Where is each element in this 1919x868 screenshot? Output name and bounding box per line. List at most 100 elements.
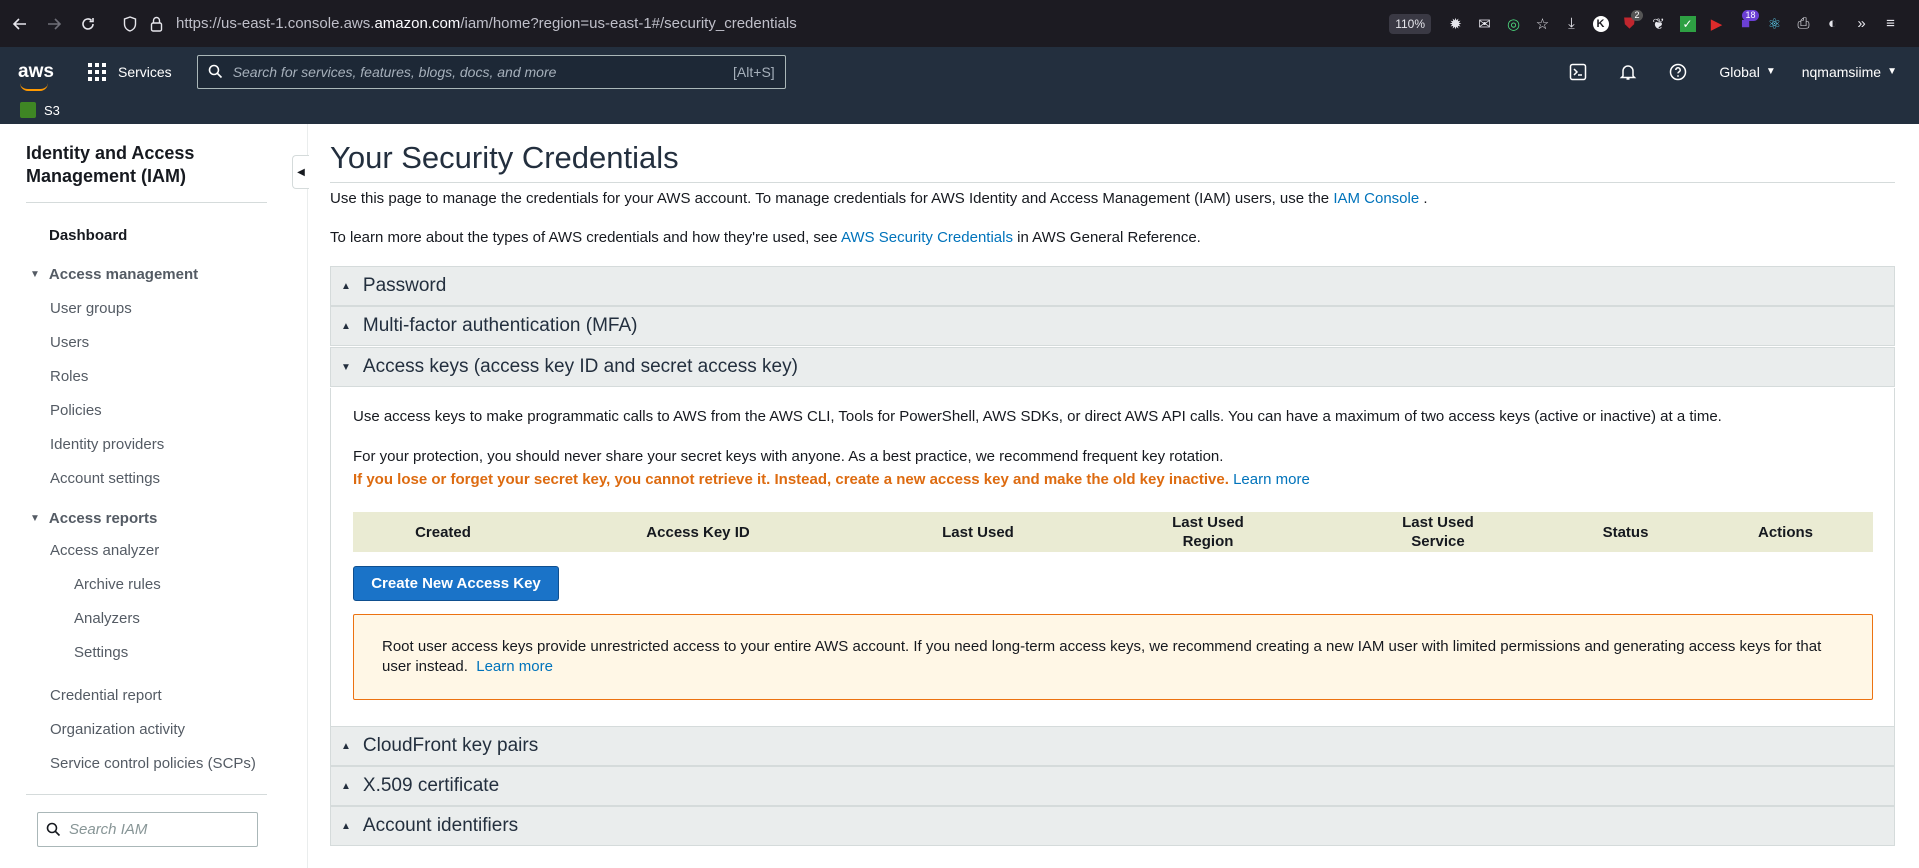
sidebar-search-input[interactable]: Search IAM: [37, 812, 258, 847]
column-created[interactable]: Created: [353, 523, 533, 542]
sidebar-item-organization-activity[interactable]: Organization activity: [50, 721, 185, 738]
menu-hamburger-icon[interactable]: ≡: [1877, 10, 1905, 38]
reload-icon[interactable]: [74, 10, 102, 38]
sidebar-item-policies[interactable]: Policies: [50, 402, 102, 419]
column-last-used-service[interactable]: Last Used Service: [1323, 513, 1553, 551]
sidebar-item-archive-rules[interactable]: Archive rules: [74, 576, 161, 593]
notifications-bell-icon[interactable]: [1615, 59, 1641, 85]
sidebar-search-placeholder: Search IAM: [69, 821, 148, 838]
sidebar-item-settings[interactable]: Settings: [74, 644, 128, 661]
sidebar-item-credential-report[interactable]: Credential report: [50, 687, 162, 704]
search-icon: [208, 64, 222, 79]
sidebar-group-label: Access reports: [48, 510, 158, 527]
sidebar-item-users[interactable]: Users: [50, 334, 89, 351]
sidebar-group-access-management[interactable]: ▼ Access management: [30, 266, 198, 283]
region-label: Global: [1719, 63, 1760, 80]
section-password[interactable]: ▲ Password: [330, 266, 1895, 306]
favorite-s3[interactable]: S3: [20, 102, 60, 118]
puzzle-extension-icon[interactable]: ◐: [1819, 10, 1847, 38]
favorites-bar: S3: [0, 96, 1919, 124]
section-access-keys[interactable]: ▼ Access keys (access key ID and secret a…: [330, 347, 1895, 387]
intro-paragraph-2: To learn more about the types of AWS cre…: [330, 229, 1201, 246]
region-selector[interactable]: Global ▼: [1719, 64, 1775, 80]
aws-logo[interactable]: aws: [18, 60, 54, 91]
sidebar-item-dashboard[interactable]: Dashboard: [49, 227, 127, 244]
search-shortcut: [Alt+S]: [733, 63, 775, 80]
tracking-shield-icon[interactable]: [120, 15, 140, 32]
react-devtools-icon[interactable]: ⚛: [1761, 10, 1789, 38]
ublock-extension-icon[interactable]: ⛊ 2: [1616, 9, 1644, 38]
column-last-used[interactable]: Last Used: [863, 523, 1093, 542]
address-bar[interactable]: https://us-east-1.console.aws.amazon.com…: [176, 15, 797, 32]
unified-search-input[interactable]: Search for services, features, blogs, do…: [196, 54, 786, 89]
overflow-chevrons-icon[interactable]: »: [1848, 10, 1876, 38]
access-keys-panel: Use access keys to make programmatic cal…: [330, 388, 1895, 726]
sidebar-item-access-analyzer[interactable]: Access analyzer: [50, 542, 159, 559]
iam-console-link[interactable]: IAM Console: [1333, 190, 1419, 207]
zoom-level[interactable]: 110%: [1389, 13, 1431, 34]
sidebar-item-analyzers[interactable]: Analyzers: [74, 610, 140, 627]
section-mfa[interactable]: ▲ Multi-factor authentication (MFA): [330, 306, 1895, 346]
sidebar-item-roles[interactable]: Roles: [50, 368, 88, 385]
k-extension-icon[interactable]: K: [1587, 10, 1615, 38]
target-extension-icon[interactable]: ◎: [1500, 10, 1528, 38]
forward-icon[interactable]: [40, 10, 68, 38]
leaf-extension-icon[interactable]: ❦: [1645, 10, 1673, 38]
inbox-extension-icon[interactable]: ✉: [1471, 10, 1499, 38]
bookmark-star-icon[interactable]: ☆: [1529, 10, 1557, 38]
column-last-used-region[interactable]: Last Used Region: [1093, 513, 1323, 551]
cloudshell-icon[interactable]: [1565, 59, 1591, 85]
access-keys-description: Use access keys to make programmatic cal…: [353, 408, 1722, 425]
column-access-key-id[interactable]: Access Key ID: [533, 523, 863, 542]
downloads-icon[interactable]: ⤓: [1558, 10, 1586, 38]
bug-extension-icon[interactable]: ✹: [1442, 10, 1470, 38]
sidebar-group-access-reports[interactable]: ▼ Access reports: [30, 510, 157, 527]
alert-text: Root user access keys provide unrestrict…: [382, 638, 1822, 675]
services-menu-button[interactable]: Services: [88, 62, 172, 81]
help-icon[interactable]: [1665, 59, 1691, 85]
services-grid-icon: [88, 62, 106, 81]
access-keys-table-header: Created Access Key ID Last Used Last Use…: [353, 512, 1873, 552]
caret-down-icon: ▼: [1887, 66, 1897, 77]
intro1-text: Use this page to manage the credentials …: [330, 190, 1330, 207]
sidebar-item-identity-providers[interactable]: Identity providers: [50, 436, 164, 453]
section-label: Account identifiers: [362, 815, 519, 836]
access-keys-protection-note: For your protection, you should never sh…: [353, 448, 1224, 465]
create-access-key-button[interactable]: Create New Access Key: [353, 566, 559, 601]
search-placeholder: Search for services, features, blogs, do…: [232, 63, 557, 80]
root-keys-warning-alert: Root user access keys provide unrestrict…: [353, 614, 1873, 700]
aws-global-header: aws Services Search for services, featur…: [0, 47, 1919, 96]
url-suffix: /iam/home?region=us-east-1#/security_cre…: [460, 15, 797, 32]
aws-security-credentials-link[interactable]: AWS Security Credentials: [841, 229, 1013, 246]
intro-paragraph-1: Use this page to manage the credentials …: [330, 190, 1428, 207]
section-cloudfront-key-pairs[interactable]: ▲ CloudFront key pairs: [330, 726, 1895, 766]
sidebar-divider: [26, 794, 267, 795]
purple-extension-icon[interactable]: ■ 18: [1732, 9, 1760, 38]
sidebar-title[interactable]: Identity and Access Management (IAM): [26, 142, 246, 188]
sidebar-collapse-button[interactable]: ◀: [292, 155, 309, 189]
lock-icon[interactable]: [146, 16, 166, 32]
services-label: Services: [118, 63, 172, 80]
youtube-extension-icon[interactable]: ▶: [1703, 10, 1731, 38]
triangle-up-icon: ▲: [341, 740, 351, 752]
alert-learn-more-link[interactable]: Learn more: [476, 658, 553, 675]
iam-sidebar: Identity and Access Management (IAM) Das…: [0, 124, 308, 868]
learn-more-link[interactable]: Learn more: [1233, 471, 1310, 488]
sidebar-item-account-settings[interactable]: Account settings: [50, 470, 160, 487]
intro2-end: in AWS General Reference.: [1017, 229, 1201, 246]
sidebar-divider: [26, 202, 267, 203]
back-icon[interactable]: [6, 10, 34, 38]
checkmark-extension-icon[interactable]: ✓: [1674, 10, 1702, 38]
triangle-down-icon: ▼: [341, 361, 351, 373]
printer-extension-icon[interactable]: ⎙: [1790, 10, 1818, 38]
account-menu[interactable]: nqmamsiime ▼: [1802, 64, 1897, 80]
sidebar-item-user-groups[interactable]: User groups: [50, 300, 132, 317]
section-account-identifiers[interactable]: ▲ Account identifiers: [330, 806, 1895, 846]
sidebar-item-scps[interactable]: Service control policies (SCPs): [50, 755, 256, 772]
column-status[interactable]: Status: [1553, 523, 1698, 542]
column-actions[interactable]: Actions: [1698, 523, 1873, 542]
section-x509-certificate[interactable]: ▲ X.509 certificate: [330, 766, 1895, 806]
triangle-down-icon: ▼: [30, 513, 40, 524]
aws-logo-text: aws: [18, 60, 54, 82]
browser-toolbar: https://us-east-1.console.aws.amazon.com…: [0, 0, 1919, 47]
